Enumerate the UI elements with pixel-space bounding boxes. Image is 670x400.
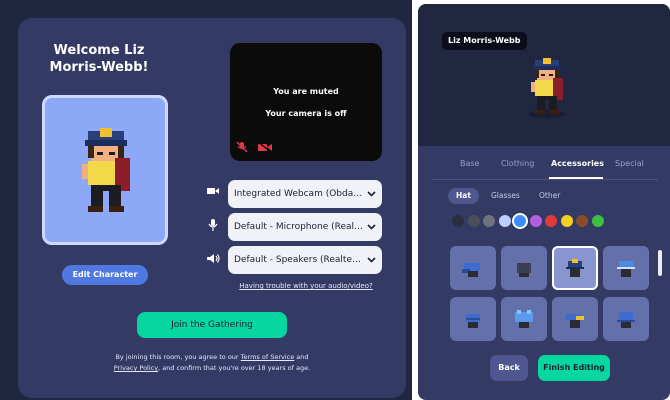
hat-option-5[interactable] — [450, 297, 496, 341]
legal-prefix: By joining this room, you agree to our — [115, 353, 241, 361]
color-swatch[interactable] — [452, 215, 464, 227]
character-editor: Liz Morris-Webb Base Clothing Accessorie… — [418, 4, 670, 400]
color-swatch[interactable] — [514, 215, 526, 227]
tab-accessories[interactable]: Accessories — [551, 159, 604, 168]
camera-select[interactable]: Integrated Webcam (Obda:... — [228, 180, 382, 208]
subtab-other[interactable]: Other — [539, 188, 560, 204]
mic-off-icon[interactable] — [235, 141, 249, 153]
join-button[interactable]: Join the Gathering — [137, 312, 287, 338]
color-swatch[interactable] — [483, 215, 495, 227]
hat-option-3[interactable] — [552, 246, 598, 290]
legal-notice: By joining this room, you agree to our T… — [100, 352, 324, 374]
legal-and: and — [294, 353, 309, 361]
color-swatch[interactable] — [560, 215, 573, 227]
chevron-down-icon — [367, 191, 376, 197]
tab-base[interactable]: Base — [460, 159, 479, 168]
chevron-down-icon — [367, 257, 376, 263]
muted-status: You are muted — [273, 87, 339, 96]
microphone-select[interactable]: Default - Microphone (Realt... — [228, 213, 382, 241]
microphone-icon — [208, 219, 218, 231]
avatar-sprite — [82, 128, 130, 212]
av-help-link[interactable]: Having trouble with your audio/video? — [230, 282, 382, 290]
color-swatch[interactable] — [498, 215, 511, 227]
hat-option-1[interactable] — [450, 246, 496, 290]
microphone-select-value: Default - Microphone (Realt... — [234, 222, 367, 232]
welcome-heading: Welcome Liz Morris-Webb! — [49, 43, 149, 75]
hat-option-7[interactable] — [552, 297, 598, 341]
speaker-select[interactable]: Default - Speakers (Realtek... — [228, 246, 382, 274]
camera-off-icon[interactable] — [257, 141, 273, 153]
hat-option-6-icon — [515, 310, 533, 328]
hat-option-5-icon — [466, 314, 480, 328]
finish-editing-button[interactable]: Finish Editing — [538, 355, 610, 381]
privacy-policy-link[interactable]: Privacy Policy — [114, 364, 158, 372]
tabs-divider — [432, 179, 658, 180]
hat-option-3-icon — [566, 259, 584, 277]
tab-clothing[interactable]: Clothing — [501, 159, 534, 168]
hat-option-4-icon — [617, 261, 635, 277]
terms-of-service-link[interactable]: Terms of Service — [241, 353, 295, 361]
chevron-down-icon — [367, 224, 376, 230]
hat-grid-scrollbar[interactable] — [658, 250, 662, 276]
legal-suffix: , and confirm that you're over 18 years … — [158, 364, 311, 372]
camera-status: Your camera is off — [265, 109, 347, 118]
hat-option-7-icon — [566, 314, 584, 328]
color-swatch[interactable] — [545, 215, 557, 227]
hat-option-6[interactable] — [501, 297, 547, 341]
color-swatch[interactable] — [591, 215, 604, 227]
edit-character-button[interactable]: Edit Character — [62, 265, 148, 285]
camera-icon — [207, 188, 219, 194]
color-swatch[interactable] — [529, 215, 542, 227]
hat-option-8-icon — [617, 312, 635, 328]
back-button[interactable]: Back — [490, 355, 528, 381]
subtab-glasses[interactable]: Glasses — [491, 188, 520, 204]
tab-special[interactable]: Special — [615, 159, 644, 168]
active-tab-indicator — [549, 177, 603, 179]
hat-option-2[interactable] — [501, 246, 547, 290]
name-tag: Liz Morris-Webb — [442, 32, 527, 50]
avatar-sprite-preview — [529, 58, 565, 118]
hat-option-4[interactable] — [603, 246, 649, 290]
video-preview: You are muted Your camera is off — [230, 43, 382, 161]
hat-option-1-icon — [462, 263, 480, 277]
avatar-preview-card — [42, 95, 168, 245]
subtab-hat[interactable]: Hat — [448, 188, 479, 204]
hat-option-8[interactable] — [603, 297, 649, 341]
color-swatch[interactable] — [576, 215, 588, 227]
editor-preview: Liz Morris-Webb — [418, 4, 670, 146]
speaker-icon — [207, 254, 220, 263]
hat-option-2-icon — [517, 261, 531, 277]
speaker-select-value: Default - Speakers (Realtek... — [234, 255, 366, 265]
color-swatch[interactable] — [467, 215, 480, 227]
camera-select-value: Integrated Webcam (Obda:... — [234, 189, 365, 199]
